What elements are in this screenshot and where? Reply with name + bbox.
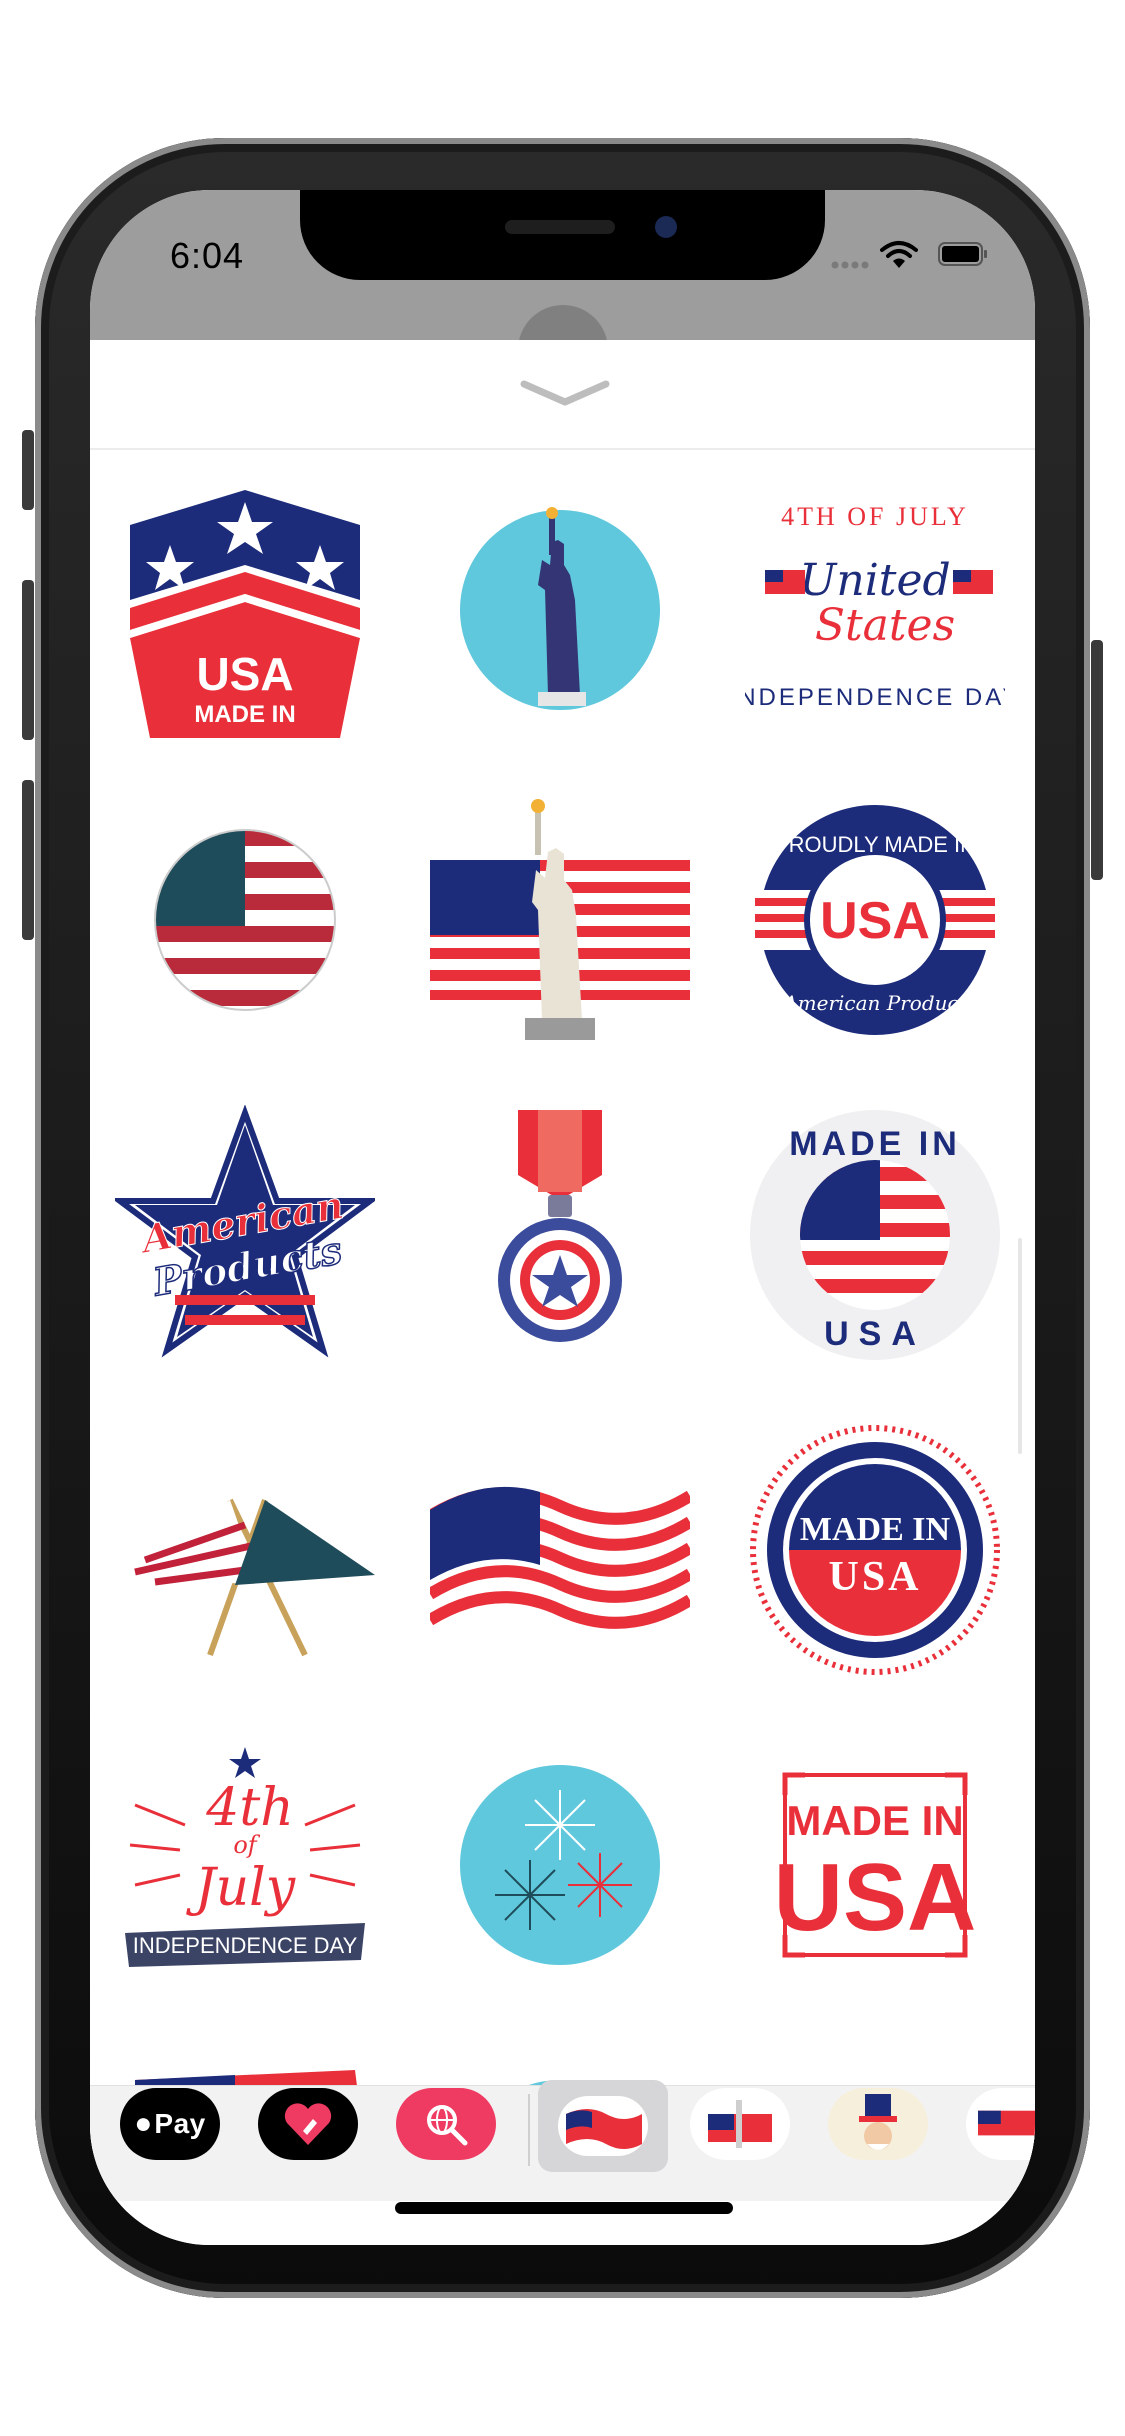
speaker-grille [505,220,615,234]
apple-pay-app-button[interactable]: ● Pay [120,2088,220,2160]
volume-down-button [22,780,34,940]
sticker-text-independence-day: INDEPENDENCE DAY [133,1933,358,1958]
imessage-app-drawer: ● Pay [90,2080,1035,2201]
sticker-crossed-pennants[interactable] [115,1420,375,1680]
sticker-text-usa: USA [820,892,930,950]
sticker-partial-flag-map[interactable] [115,2050,375,2085]
sticker-made-in-usa-shield[interactable]: USA MADE IN [115,480,375,740]
sticker-4th-of-july-independence-day[interactable]: 4th of July INDEPENDENCE DAY [115,1735,375,1995]
drawer-divider [90,448,1035,450]
uncle-sam-icon [859,2094,897,2150]
sticker-text-usa: USA [774,1844,977,1951]
sticker-text-usa: USA [196,648,293,700]
sticker-american-products-star[interactable]: American Products [115,1105,375,1365]
sticker-4th-of-july-united-states[interactable]: 4TH OF JULY United States INDEPENDENCE D… [745,480,1005,740]
front-camera [655,216,677,238]
sticker-fireworks-circle[interactable] [430,1735,690,1995]
battery-icon [938,242,987,266]
home-indicator [395,2202,733,2214]
heart-hand-icon [284,2103,332,2145]
sticker-waving-us-flag[interactable] [430,1420,690,1680]
sticker-made-in-usa-stamp[interactable]: MADE IN USA [745,1735,1005,1995]
flag-liberty-sticker-pack-button[interactable] [690,2088,790,2160]
made-in-usa-sticker-pack-button[interactable] [966,2088,1035,2160]
sticker-text-independence-day: INDEPENDENCE DAY [745,684,1005,711]
sticker-text-states: States [815,600,955,651]
sticker-drawer: USA MADE IN 4TH OF JULY United States IN… [90,340,1035,2245]
sticker-made-in-usa-flag-button[interactable]: MADE IN USA [745,1105,1005,1365]
chevron-down-icon[interactable] [520,378,610,408]
sticker-us-flag-ball[interactable] [115,790,375,1050]
sticker-star-medal[interactable] [430,1105,690,1365]
scrollbar[interactable] [1018,1238,1022,1454]
sticker-proudly-made-in-usa[interactable]: PROUDLY MADE IN USA American Product [745,790,1005,1050]
status-bar: 6:04 [90,190,1035,395]
notch [300,190,825,280]
volume-up-button [22,580,34,740]
sticker-text-usa: USA [828,1554,921,1600]
sticker-text-proudly-made-in: PROUDLY MADE IN [774,832,976,857]
app-separator [528,2094,530,2166]
wifi-icon [880,241,918,268]
sticker-statue-of-liberty-circle[interactable] [430,480,690,740]
apple-pay-label: Pay [154,2108,206,2139]
usa-map-icon [978,2110,1035,2136]
sticker-text-of: of [233,1831,260,1859]
flag-statue-icon [708,2100,772,2148]
us-flag-sticker-pack-button[interactable] [538,2080,668,2172]
sticker-text-american-product: American Product [781,991,968,1015]
globe-search-icon [427,2105,468,2146]
power-button [1091,640,1103,880]
sticker-made-in-usa-round-seal[interactable]: MADE IN USA [745,1420,1005,1680]
sticker-text-4th-of-july: 4TH OF JULY [781,502,969,531]
uncle-sam-sticker-pack-button[interactable] [828,2088,928,2160]
cellular-signal-icon [831,261,869,269]
sticker-text-made-in: MADE IN [786,1797,963,1844]
web-search-app-button[interactable] [396,2088,496,2160]
sticker-text-usa: USA [824,1315,926,1353]
sticker-text-4th: 4th [205,1778,293,1838]
apple-logo-icon: ● [134,2107,153,2140]
waving-flag-icon [558,2096,648,2156]
sticker-text-made-in: MADE IN [789,1125,961,1163]
screen: 6:04 USA MADE IN 4TH OF JULY United Stat… [90,190,1035,2245]
sticker-flag-with-statue-of-liberty[interactable] [430,790,690,1050]
sticker-text-july: July [186,1858,296,1918]
sticker-text-made-in: MADE IN [194,701,295,728]
digital-touch-app-button[interactable] [258,2088,358,2160]
sticker-text-united: United [799,555,950,606]
mute-switch [22,430,34,510]
sticker-text-made-in: MADE IN [800,1511,951,1548]
